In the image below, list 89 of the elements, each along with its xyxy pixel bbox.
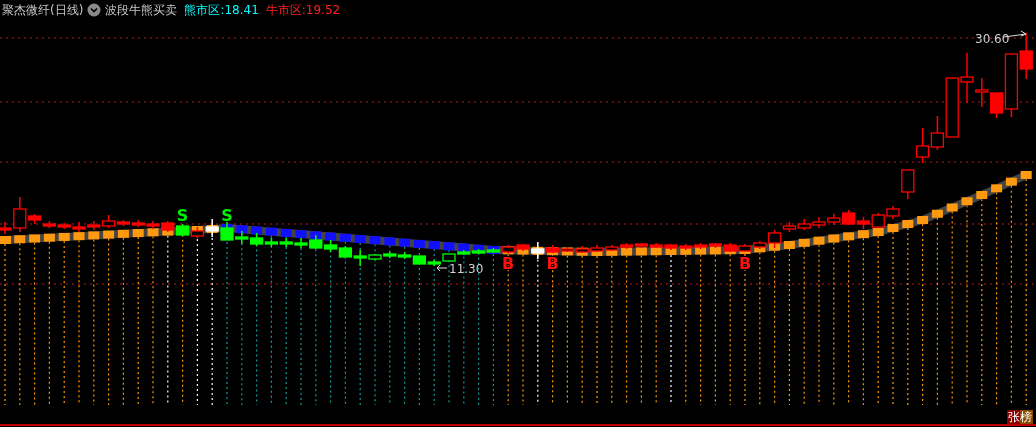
- moving-average-segment: [265, 227, 277, 236]
- moving-average-segment: [88, 231, 100, 240]
- candlestick: [590, 244, 604, 253]
- candlestick: [856, 216, 871, 230]
- chart-title: 聚杰微纤(日线): [2, 2, 84, 18]
- candlestick: [235, 230, 249, 245]
- moving-average-segment: [295, 230, 307, 239]
- candlestick: [871, 212, 885, 229]
- signal-marker: S: [176, 206, 189, 225]
- candlestick: [901, 169, 915, 200]
- moving-average-segment: [103, 230, 115, 239]
- candlestick: [338, 245, 353, 258]
- moving-average-segment: [428, 241, 440, 250]
- moving-average-segment: [991, 184, 1003, 193]
- moving-average-segment: [29, 234, 41, 243]
- candlestick: [220, 221, 234, 241]
- moving-average-segment: [783, 241, 795, 249]
- moving-average-segment: [621, 247, 633, 256]
- moving-average-segment: [413, 239, 425, 248]
- moving-average-segment: [931, 209, 943, 218]
- candlestick: [294, 237, 308, 249]
- candlestick: [442, 253, 456, 262]
- moving-average-segment: [310, 231, 322, 240]
- candlestick: [323, 239, 338, 253]
- candlestick: [87, 220, 101, 231]
- high-price-label: 30.60: [975, 32, 1010, 46]
- moving-average-segment: [1020, 171, 1032, 179]
- candlestick: [886, 205, 900, 220]
- candlestick: [412, 255, 427, 265]
- signal-marker: B: [546, 254, 559, 273]
- candlestick: [264, 237, 279, 248]
- moving-average-segment: [798, 238, 810, 247]
- limit-up-badge[interactable]: 张榜: [1007, 410, 1033, 424]
- moving-average-segment: [73, 232, 85, 241]
- candlestick: [279, 237, 293, 248]
- candlestick: [797, 218, 811, 231]
- moving-average-segment: [887, 224, 899, 232]
- candlestick: [42, 220, 57, 229]
- moving-average-segment: [976, 191, 988, 199]
- moving-average-segment: [236, 225, 248, 234]
- candlestick: [161, 220, 175, 233]
- moving-average-segment: [828, 234, 840, 243]
- moving-average-segment: [339, 233, 351, 242]
- candlestick: [915, 127, 930, 164]
- candlestick: [131, 219, 145, 228]
- moving-average-segment: [872, 228, 884, 236]
- signal-marker: B: [502, 254, 515, 273]
- moving-average-segment: [384, 237, 396, 246]
- moving-average-segment: [902, 220, 914, 228]
- moving-average-segment: [325, 232, 337, 241]
- low-price-label: 11.30: [449, 262, 484, 276]
- leader-arrow: [436, 264, 448, 272]
- moving-average-segment: [354, 235, 366, 243]
- moving-average-segment: [843, 232, 855, 241]
- indicator-value: 熊市区:18.41: [184, 2, 259, 18]
- signal-marker: S: [221, 206, 233, 225]
- moving-average-segment: [132, 229, 144, 238]
- moving-average-segment: [458, 243, 470, 252]
- moving-average-segment: [917, 216, 929, 224]
- moving-average-segment: [369, 236, 381, 245]
- candlestick: [827, 213, 841, 226]
- moving-average-segment: [443, 242, 455, 251]
- moving-average-segment: [961, 197, 973, 206]
- indicator-name: 波段牛熊买卖: [105, 2, 178, 18]
- moving-average-segment: [857, 230, 869, 239]
- moving-average-segment: [1005, 177, 1017, 186]
- candlestick: [397, 251, 412, 260]
- indicator-value: 牛市区:19.52: [265, 2, 341, 18]
- moving-average-segment: [635, 247, 647, 256]
- candlestick: [841, 209, 856, 226]
- candlestick: [812, 216, 826, 229]
- candlestick: [146, 220, 160, 230]
- moving-average-segment: [14, 235, 26, 244]
- candlestick: [1019, 32, 1033, 80]
- moving-average-segment: [117, 229, 129, 238]
- moving-average-segment: [251, 226, 263, 235]
- moving-average-segment: [946, 203, 958, 212]
- moving-average-segment: [147, 228, 159, 237]
- moving-average-segment: [58, 232, 70, 241]
- candlestick: [249, 232, 264, 247]
- candlestick: [175, 223, 190, 237]
- moving-average-segment: [813, 236, 825, 245]
- moving-average-segment: [0, 236, 11, 244]
- moving-average-segment: [280, 228, 292, 237]
- moving-average-segment: [399, 238, 411, 247]
- moving-average-segment: [43, 233, 55, 242]
- candlestick: [309, 234, 323, 250]
- dropdown-icon[interactable]: [87, 3, 102, 17]
- signal-marker: B: [738, 254, 752, 273]
